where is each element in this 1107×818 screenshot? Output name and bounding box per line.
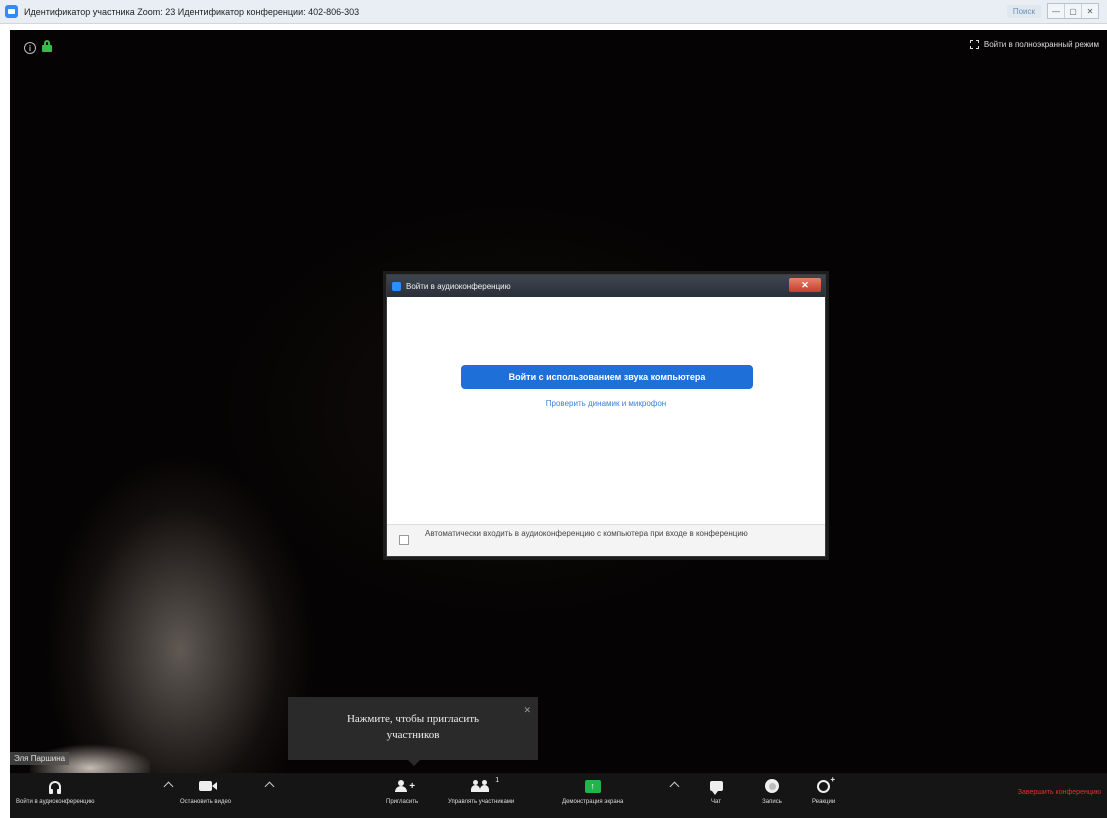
auto-join-checkbox[interactable] [399,535,409,545]
meeting-toolbar: Войти в аудиоконференцию Остановить виде… [10,773,1107,818]
add-person-icon: + [395,780,415,792]
participants-count: 1 [495,777,500,784]
reactions-icon [817,775,835,793]
stop-video-button[interactable]: Остановить видео [180,777,231,805]
record-icon [765,779,779,793]
chat-icon [709,781,723,795]
chat-button[interactable]: Чат [706,777,726,805]
zoom-logo-icon [5,5,18,18]
info-icon[interactable]: i [24,42,36,54]
window-controls: — ▢ ✕ [1047,3,1099,19]
invite-button[interactable]: + Пригласить [386,777,418,805]
share-screen-label: Демонстрация экрана [562,799,624,805]
audio-options-chevron-icon[interactable] [163,781,174,792]
close-window-button[interactable]: ✕ [1082,4,1098,18]
dialog-title: Войти в аудиоконференцию [406,281,511,291]
share-screen-icon: ↑ [584,779,601,793]
manage-participants-button[interactable]: 1 Управлять участниками [448,777,514,805]
record-button[interactable]: Запись [762,777,782,805]
share-screen-button[interactable]: ↑ Демонстрация экрана [562,777,623,805]
window-title-bar: Идентификатор участника Zoom: 23 Идентиф… [0,0,1107,24]
video-options-chevron-icon[interactable] [264,781,275,792]
reactions-button[interactable]: Реакции [812,775,836,806]
video-camera-icon [199,781,218,791]
manage-participants-label: Управлять участниками [448,799,515,805]
dialog-close-button[interactable]: ✕ [789,278,821,292]
tooltip-line-1: Нажмите, чтобы пригласить [346,713,480,725]
share-options-chevron-icon[interactable] [669,781,680,792]
tooltip-close-button[interactable]: ✕ [523,702,531,718]
reactions-label: Реакции [812,799,836,805]
join-audio-dialog: Войти в аудиоконференцию ✕ Войти с испол… [386,274,826,557]
fullscreen-button[interactable]: Войти в полноэкранный режим [969,40,1099,49]
fullscreen-label: Войти в полноэкранный режим [983,40,1099,49]
join-audio-label: Войти в аудиоконференцию [16,799,95,805]
end-meeting-button[interactable]: Завершить конференцию [1018,789,1101,796]
headphones-icon [49,781,62,794]
tooltip-line-2: участников [386,729,440,741]
participant-name-tag: Эля Паршина [10,752,70,765]
search-chip[interactable]: Поиск [1006,4,1041,18]
dialog-title-bar: Войти в аудиоконференцию ✕ [387,275,825,297]
stop-video-label: Остановить видео [180,799,232,805]
lock-icon[interactable] [42,40,52,52]
join-audio-button[interactable]: Войти в аудиоконференцию [16,777,94,805]
record-label: Запись [762,799,782,805]
window-title: Идентификатор участника Zoom: 23 Идентиф… [24,6,360,17]
auto-join-label[interactable]: Автоматически входить в аудиоконференцию… [425,528,805,539]
zoom-logo-icon [392,281,401,291]
join-computer-audio-button[interactable]: Войти с использованием звука компьютера [461,365,753,389]
participants-icon: 1 [471,777,499,792]
minimize-button[interactable]: — [1048,4,1065,18]
invite-label: Пригласить [386,799,419,805]
invite-tooltip: ✕ Нажмите, чтобы пригласить участников [288,697,538,760]
tooltip-arrow [408,760,420,766]
maximize-button[interactable]: ▢ [1065,4,1082,18]
test-speaker-mic-link[interactable]: Проверить динамик и микрофон [387,399,825,408]
chat-label: Чат [711,799,721,805]
fullscreen-icon [969,40,979,49]
title-bar-right: Поиск — ▢ ✕ [1006,3,1099,19]
dialog-footer: Автоматически входить в аудиоконференцию… [387,524,825,556]
